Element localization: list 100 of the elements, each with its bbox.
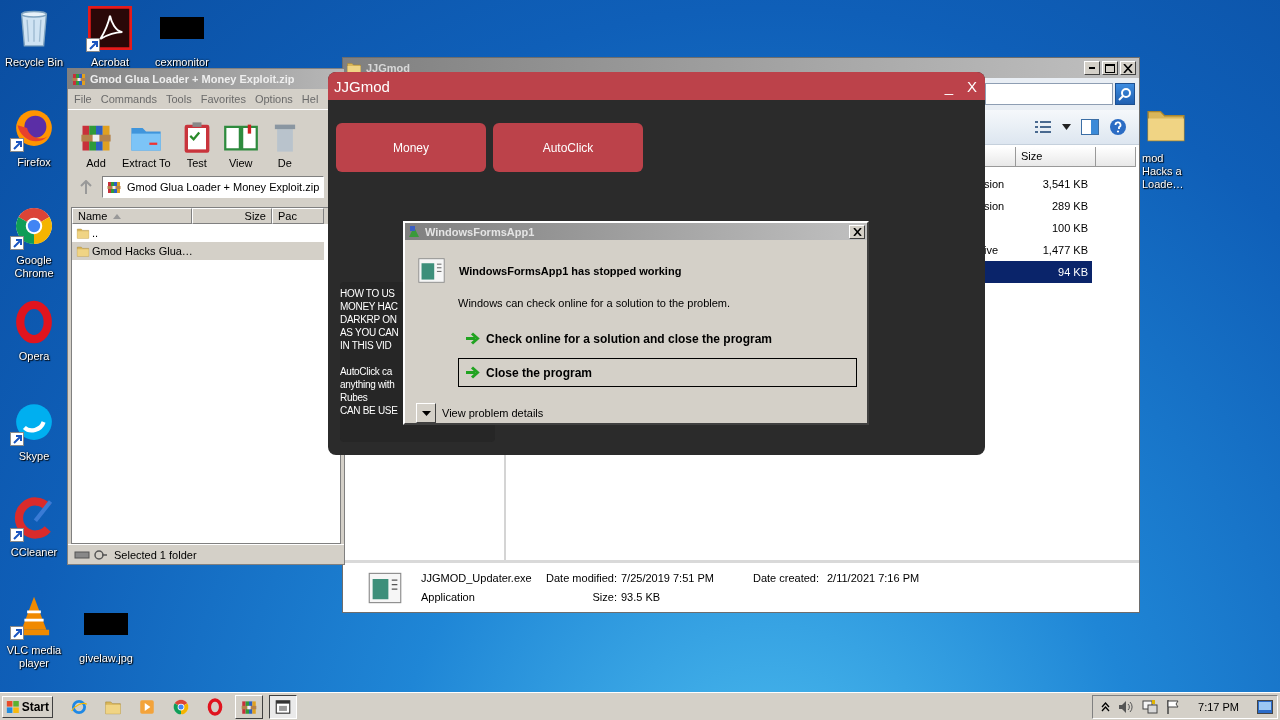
dropdown-caret-icon[interactable] — [1062, 124, 1071, 130]
arrow-icon — [465, 366, 480, 379]
toolbar-button[interactable]: Test — [178, 119, 215, 169]
detail-value: 93.5 KB — [621, 590, 662, 604]
toolbar-button[interactable]: View — [222, 119, 259, 169]
file-name: JJGMOD_Updater.exe — [421, 571, 533, 585]
file-row[interactable]: 100 KB — [984, 217, 1092, 239]
detail-value: 7/25/2019 7:51 PM — [621, 571, 715, 585]
instructions-text: HOW TO US MONEY HAC DARKRP ON AS YOU CAN IN THIS VID — [340, 287, 399, 352]
file-type: ive — [984, 244, 999, 256]
flag-icon[interactable] — [1166, 699, 1181, 714]
icon-label[interactable]: VLC media player — [2, 644, 66, 670]
program-icon — [416, 256, 447, 285]
icon-label[interactable]: Skype — [18, 450, 50, 463]
file-size: 3,541 KB — [1041, 178, 1089, 190]
file-row[interactable]: sion 289 KB — [984, 195, 1092, 217]
icon-label[interactable]: Opera — [18, 350, 50, 363]
column-header[interactable]: Size — [1016, 147, 1096, 167]
window-title: JJGmod — [334, 77, 390, 95]
view-options-icon[interactable] — [1034, 120, 1052, 134]
file-row[interactable]: sion 3,541 KB — [984, 173, 1092, 195]
folder-icon — [76, 244, 90, 258]
file-size: 94 KB — [1057, 266, 1089, 278]
option-button[interactable]: Close the program — [458, 358, 857, 387]
folder-icon — [76, 226, 90, 240]
window-title: JJGmod — [366, 62, 410, 74]
windows-logo-icon — [6, 698, 20, 715]
minimize-icon — [1089, 67, 1095, 69]
menu-item[interactable]: Options — [254, 93, 293, 105]
toolbar-button[interactable]: Extract To — [122, 119, 171, 169]
column-header[interactable]: Name — [72, 208, 192, 224]
network-icon[interactable] — [1142, 699, 1159, 714]
arrow-icon — [465, 332, 480, 345]
icon-label[interactable]: Google Chrome — [2, 254, 66, 280]
window-icon — [274, 697, 292, 716]
start-button[interactable]: Start — [2, 695, 53, 718]
toolbar-button[interactable]: Add — [78, 119, 114, 169]
preview-pane-icon[interactable] — [1081, 119, 1099, 135]
details-link[interactable]: View problem details — [442, 407, 544, 419]
file-row[interactable]: 94 KB — [984, 261, 1092, 283]
status-text: Selected 1 folder — [114, 548, 197, 561]
icon-label[interactable]: givelaw.jpg — [79, 652, 133, 665]
column-header[interactable]: Pac — [272, 208, 324, 224]
chevron-down-icon — [421, 410, 431, 416]
archive-icon — [71, 71, 87, 87]
file-size: 100 KB — [1050, 222, 1089, 234]
file-name: .. — [92, 227, 99, 239]
detail-value: 2/11/2021 7:16 PM — [827, 571, 920, 585]
file-name: Gmod Hacks Glua… — [92, 245, 193, 257]
taskbar-button[interactable] — [269, 694, 297, 719]
path-field[interactable]: Gmod Glua Loader + Money Exploit.zip — [102, 176, 324, 198]
play-icon — [138, 697, 156, 716]
file-row[interactable]: Gmod Hacks Glua… — [72, 242, 324, 260]
toolbar-button[interactable]: De — [266, 119, 303, 169]
close-button[interactable] — [849, 224, 865, 239]
minimize-button[interactable] — [1084, 61, 1100, 75]
icon-label[interactable]: cexmonitor — [155, 56, 209, 69]
icon-label[interactable]: Acrobat — [91, 56, 129, 69]
icon-label[interactable]: Firefox — [17, 156, 51, 169]
option-button[interactable]: Check online for a solution and close the program — [458, 324, 857, 353]
column-header[interactable] — [984, 147, 1016, 167]
icon-label[interactable]: Recycle Bin — [4, 56, 64, 69]
search-field[interactable] — [985, 83, 1113, 105]
icon-label[interactable]: CCleaner — [10, 546, 58, 559]
show-desktop-icon[interactable] — [1257, 699, 1273, 714]
browser-icon — [206, 697, 224, 716]
menu-item[interactable]: Commands — [100, 93, 157, 105]
dialog-message: Windows can check online for a solution to the problem. — [457, 296, 732, 309]
instructions-text: AutoClick ca anything with Rubes CAN BE USE — [340, 365, 398, 417]
expand-button[interactable] — [416, 403, 436, 423]
file-type: sion — [984, 178, 1005, 190]
close-button[interactable] — [1120, 61, 1136, 75]
browser-icon — [172, 697, 190, 716]
chevron-up-icon[interactable] — [1101, 701, 1111, 712]
clock[interactable]: 7:17 PM — [1198, 700, 1239, 713]
help-icon[interactable] — [1109, 118, 1127, 136]
menu-item[interactable]: Tools — [166, 93, 192, 105]
action-button[interactable]: Money — [336, 123, 486, 172]
maximize-button[interactable] — [1102, 61, 1118, 75]
dialog-title: WindowsFormsApp1 — [425, 225, 535, 238]
file-row[interactable]: ive 1,477 KB — [984, 239, 1092, 261]
pdf-app-icon — [88, 6, 132, 50]
menu-item[interactable]: File — [74, 93, 92, 105]
search-icon — [1118, 87, 1132, 101]
file-row[interactable]: .. — [72, 224, 324, 242]
icon-label[interactable]: mod Hacks a Loade… — [1142, 152, 1196, 191]
sort-arrow-icon — [113, 213, 122, 219]
drive-icon — [74, 548, 108, 561]
speaker-icon[interactable] — [1118, 699, 1135, 714]
file-type: Application — [421, 590, 476, 604]
menu-item[interactable]: Hel — [301, 93, 319, 105]
minimize-button[interactable]: _ — [944, 77, 953, 95]
close-button[interactable]: X — [967, 77, 977, 95]
maximize-icon — [1105, 63, 1115, 73]
search-button[interactable] — [1115, 83, 1135, 105]
menu-item[interactable]: Favorites — [200, 93, 246, 105]
column-header[interactable]: Size — [192, 208, 272, 224]
app-icon — [407, 224, 421, 239]
action-button[interactable]: AutoClick — [493, 123, 643, 172]
close-icon — [1123, 63, 1133, 73]
